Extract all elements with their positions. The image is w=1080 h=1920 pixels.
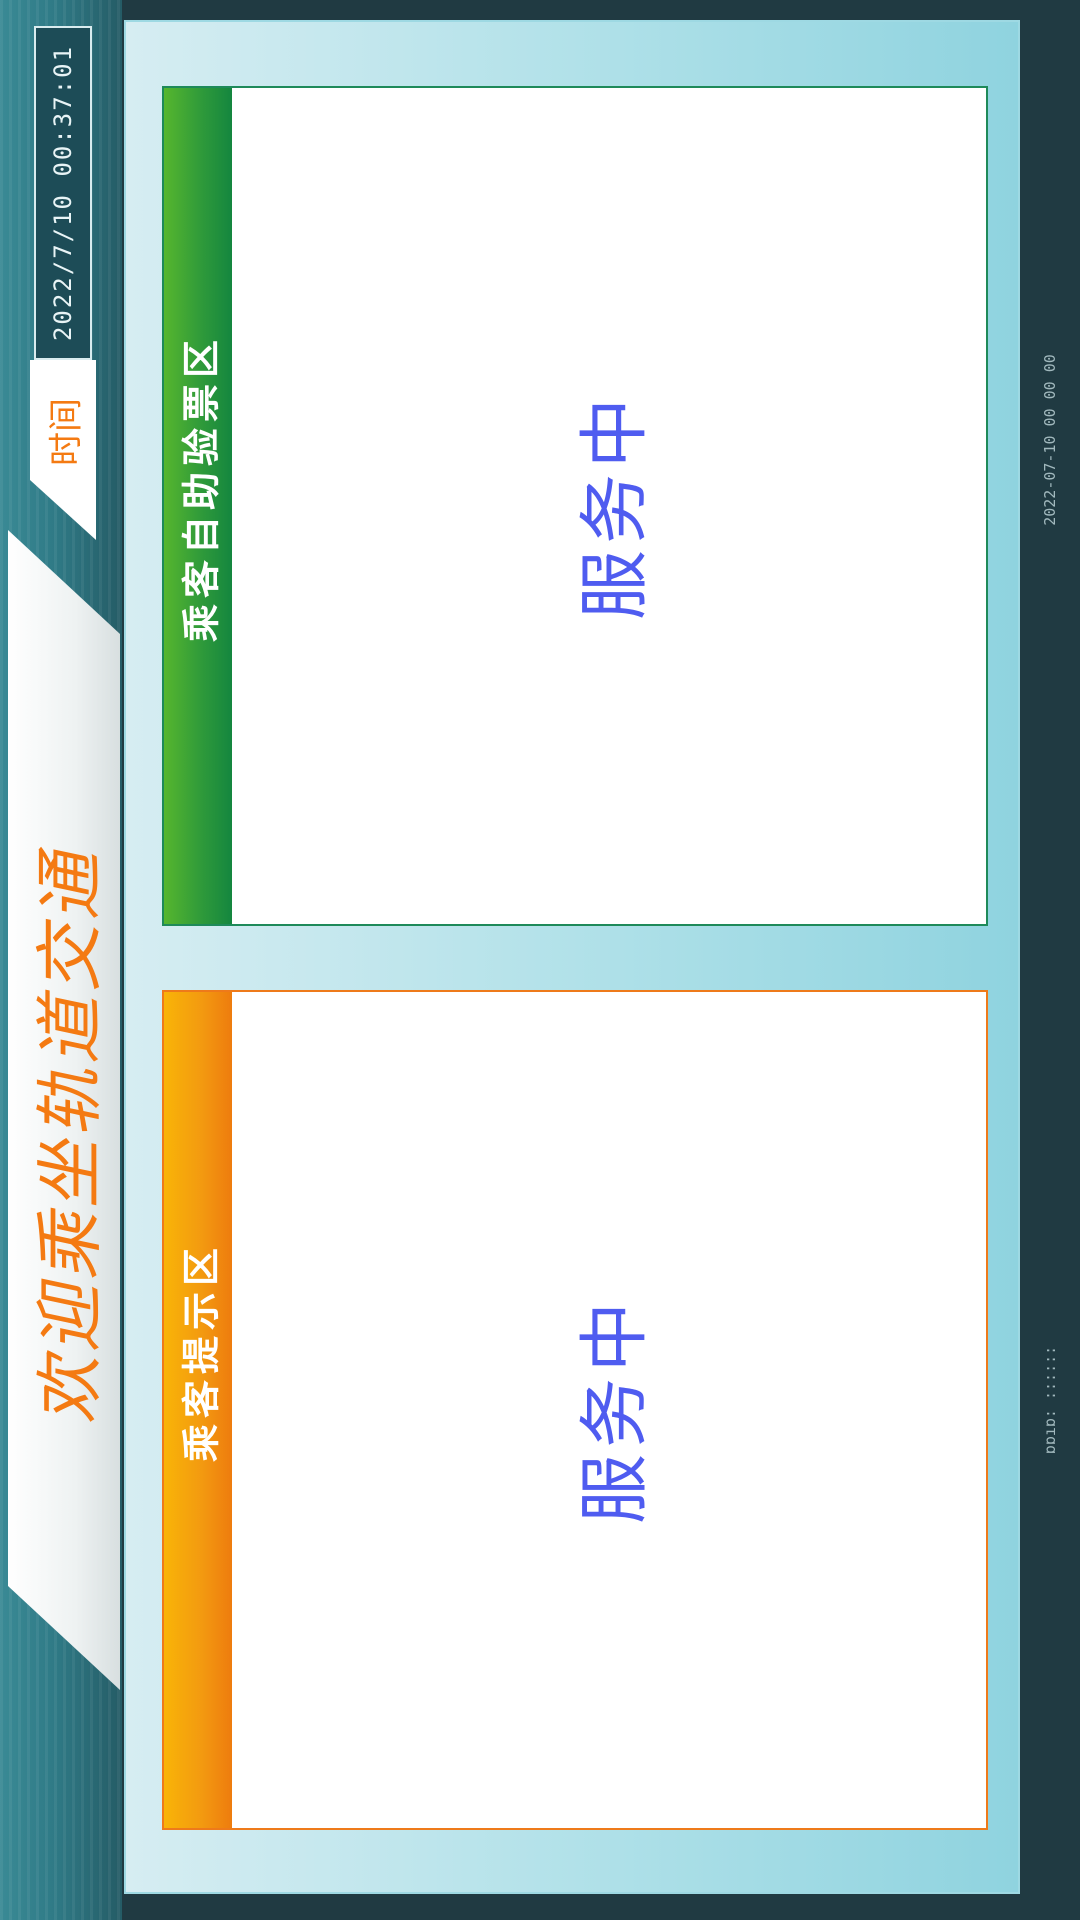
header-strip: 2022/7/10 00:37:01 时间 欢迎乘坐轨道交通 [0,0,122,1920]
display-screen: 2022/7/10 00:37:01 时间 欢迎乘坐轨道交通 乘客自助验票区 服… [0,0,1080,1920]
welcome-title: 欢迎乘坐轨道交通 [14,780,114,1480]
welcome-title-text: 欢迎乘坐轨道交通 [31,835,111,1428]
footer-info: ɒɒıɒ: :::::: [1036,1310,1064,1490]
datetime-text: 2022/7/10 00:37:01 [49,44,77,342]
footer-timestamp: 2022-07-10 00 00 00 [1036,320,1064,560]
time-label: 时间 [46,398,87,466]
panel-status: 服务中 [232,992,986,1828]
clock-display: 2022/7/10 00:37:01 [34,26,92,360]
panel-title-text: 乘客提示区 [179,1241,224,1463]
panel-status: 服务中 [232,88,986,924]
time-label-tab: 时间 [30,360,96,540]
footer-timestamp-text: 2022-07-10 00 00 00 [1041,354,1059,526]
content-area: 乘客自助验票区 服务中 乘客提示区 服务中 [124,20,1020,1894]
passenger-notice-panel: 乘客提示区 服务中 [162,990,988,1830]
panel-status-text: 服务中 [573,392,656,620]
panel-title-text: 乘客自助验票区 [179,333,224,643]
self-check-panel: 乘客自助验票区 服务中 [162,86,988,926]
footer-info-text: ɒɒıɒ: :::::: [1041,1345,1059,1455]
panel-status-text: 服务中 [573,1296,656,1524]
panel-title: 乘客自助验票区 [164,268,232,708]
panel-title: 乘客提示区 [164,1202,232,1502]
